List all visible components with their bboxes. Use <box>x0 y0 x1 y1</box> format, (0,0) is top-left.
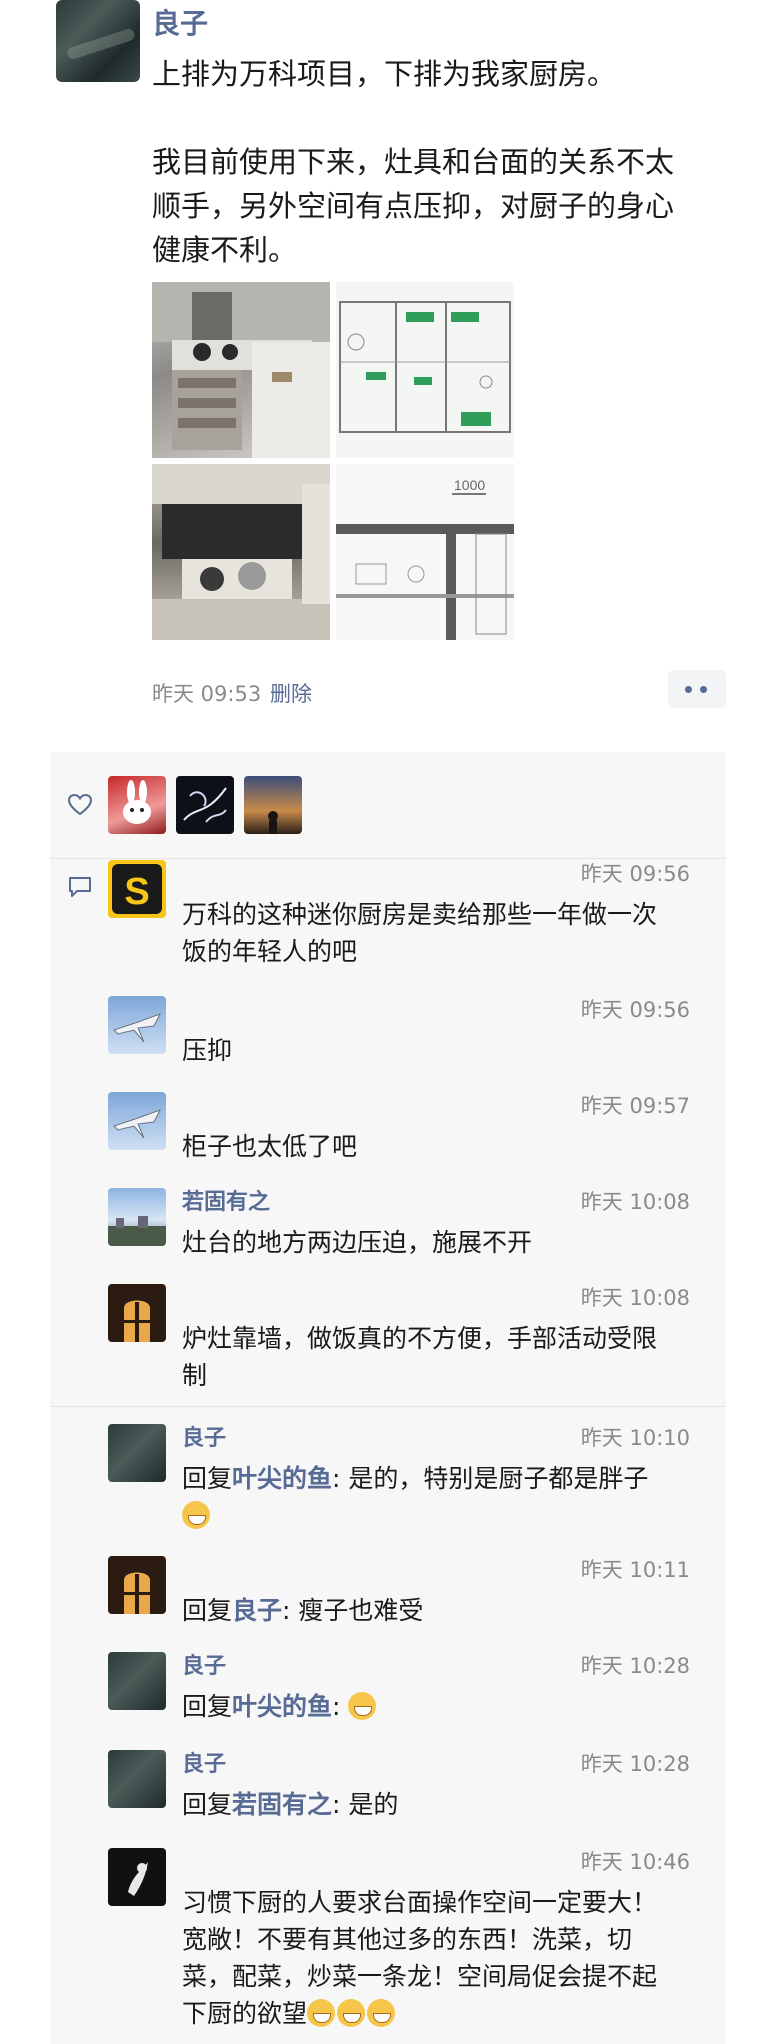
comment-avatar[interactable]: S <box>108 860 166 918</box>
comment-item[interactable]: 良子 昨天 10:10 回复叶尖的鱼: 是的，特别是厨子都是胖子 <box>50 1424 726 1540</box>
comment-text: 习惯下厨的人要求台面操作空间一定要大！ 宽敞！不要有其他过多的东西！洗菜，切 菜… <box>182 1884 692 2032</box>
reply-to-name[interactable]: 叶尖的鱼 <box>232 1464 332 1493</box>
comment-item[interactable]: 昨天 09:57 柜子也太低了吧 <box>50 1092 726 1182</box>
dot-icon <box>700 686 707 693</box>
comment-text: 万科的这种迷你厨房是卖给那些一年做一次 饭的年轻人的吧 <box>182 896 692 970</box>
comment-text: 回复良子: 瘦子也难受 <box>182 1592 692 1629</box>
comment-text-line: 炉灶靠墙，做饭真的不方便，手部活动受限 <box>182 1324 658 1353</box>
comment-time: 昨天 09:56 <box>580 998 690 1022</box>
comment-avatar[interactable] <box>108 1284 166 1342</box>
comment-time: 昨天 10:11 <box>580 1558 690 1582</box>
reply-text: : 是的，特别是厨子都是胖子 <box>332 1464 649 1493</box>
comment-text-line: 菜，配菜，炒菜一条龙！空间局促会提不起 <box>182 1962 658 1991</box>
svg-text:S: S <box>124 871 149 913</box>
comment-time: 昨天 09:57 <box>580 1094 690 1118</box>
comment-avatar[interactable] <box>108 1652 166 1710</box>
comment-time: 昨天 10:08 <box>580 1286 690 1310</box>
post-text-line: 顺手，另外空间有点压抑，对厨子的身心 <box>152 189 675 223</box>
comment-item[interactable]: 昨天 10:46 习惯下厨的人要求台面操作空间一定要大！ 宽敞！不要有其他过多的… <box>50 1848 726 2038</box>
comment-text-line: 宽敞！不要有其他过多的东西！洗菜，切 <box>182 1925 633 1954</box>
comment-item[interactable]: S 昨天 09:56 万科的这种迷你厨房是卖给那些一年做一次 饭的年轻人的吧 <box>50 860 726 990</box>
reply-prefix: 回复 <box>182 1596 233 1625</box>
sunset-avatar[interactable] <box>244 776 302 834</box>
reply-to-name[interactable]: 叶尖的鱼 <box>232 1692 332 1721</box>
kitchen-photo-2[interactable] <box>152 464 330 640</box>
comment-text-line: 习惯下厨的人要求台面操作空间一定要大！ <box>182 1888 658 1917</box>
dot-icon <box>685 686 692 693</box>
reply-text: : 瘦子也难受 <box>282 1596 424 1625</box>
comment-text: 回复若固有之: 是的 <box>182 1786 692 1823</box>
grin-emoji-icon <box>337 1999 366 2027</box>
comment-author[interactable]: 良子 <box>182 1746 226 1778</box>
comment-time: 昨天 09:56 <box>580 862 690 886</box>
heart-icon <box>68 794 92 816</box>
post-time: 昨天 09:53 <box>152 682 262 706</box>
comment-text-line: 饭的年轻人的吧 <box>182 937 358 966</box>
comment-text: 灶台的地方两边压迫，施展不开 <box>182 1224 692 1261</box>
comment-text-line: 柜子也太低了吧 <box>182 1132 358 1161</box>
comment-text-line: 灶台的地方两边压迫，施展不开 <box>182 1228 533 1257</box>
comment-time: 昨天 10:10 <box>580 1426 690 1450</box>
post-text-line: 健康不利。 <box>152 233 298 267</box>
post-image-grid: 1000 <box>152 282 514 640</box>
svg-text:1000: 1000 <box>454 477 485 493</box>
comment-avatar[interactable] <box>108 1750 166 1808</box>
post-text-line: 上排为万科项目，下排为我家厨房。 <box>152 57 617 91</box>
comment-avatar[interactable] <box>108 1092 166 1150</box>
rabbit-avatar[interactable] <box>108 776 166 834</box>
comment-text-line: 万科的这种迷你厨房是卖给那些一年做一次 <box>182 900 658 929</box>
comment-item[interactable]: 昨天 10:08 炉灶靠墙，做饭真的不方便，手部活动受限 制 <box>50 1284 726 1408</box>
comment-item[interactable]: 昨天 10:11 回复良子: 瘦子也难受 <box>50 1556 726 1646</box>
more-options-button[interactable] <box>668 670 726 708</box>
comment-text: 回复叶尖的鱼: 是的，特别是厨子都是胖子 <box>182 1460 692 1534</box>
comment-text: 回复叶尖的鱼: <box>182 1688 692 1725</box>
comment-item[interactable]: 若固有之 昨天 10:08 灶台的地方两边压迫，施展不开 <box>50 1188 726 1278</box>
comment-time: 昨天 10:08 <box>580 1190 690 1214</box>
post-author-name[interactable]: 良子 <box>152 2 208 42</box>
post-text-line: 我目前使用下来，灶具和台面的关系不太 <box>152 145 675 179</box>
interaction-panel: S 昨天 09:56 万科的这种迷你厨房是卖给那些一年做一次 饭的年轻人的吧 昨… <box>50 752 726 2044</box>
reply-prefix: 回复 <box>182 1692 233 1721</box>
grin-emoji-icon <box>182 1501 210 1529</box>
floor-plan-2[interactable]: 1000 <box>336 464 514 640</box>
comment-avatar[interactable] <box>108 1556 166 1614</box>
comment-time: 昨天 10:28 <box>580 1752 690 1776</box>
comment-text: 压抑 <box>182 1032 692 1069</box>
comment-text: 柜子也太低了吧 <box>182 1128 692 1165</box>
comment-text-line: 下厨的欲望 <box>182 1995 692 2032</box>
comment-item[interactable]: 良子 昨天 10:28 回复叶尖的鱼: <box>50 1652 726 1742</box>
comment-author[interactable]: 若固有之 <box>182 1184 270 1216</box>
comment-avatar[interactable] <box>108 1848 166 1906</box>
floor-plan-1[interactable] <box>336 282 514 458</box>
comment-avatar[interactable] <box>108 1424 166 1482</box>
dark-art-avatar[interactable] <box>176 776 234 834</box>
comment-avatar[interactable] <box>108 1188 166 1246</box>
laugh-emoji-icon <box>348 1692 377 1720</box>
reply-prefix: 回复 <box>182 1790 233 1819</box>
grin-emoji-icon <box>307 1999 336 2027</box>
likes-row <box>50 752 726 858</box>
comment-author[interactable]: 良子 <box>182 1420 226 1452</box>
reply-to-name[interactable]: 良子 <box>232 1596 282 1625</box>
comment-time: 昨天 10:46 <box>580 1850 690 1874</box>
divider <box>50 1406 726 1407</box>
comment-text: 炉灶靠墙，做饭真的不方便，手部活动受限 制 <box>182 1320 692 1394</box>
reply-prefix: 回复 <box>182 1464 233 1493</box>
comment-item[interactable]: 昨天 09:56 压抑 <box>50 996 726 1086</box>
comment-time: 昨天 10:28 <box>580 1654 690 1678</box>
comment-text-line: 压抑 <box>182 1036 233 1065</box>
post-text: 上排为万科项目，下排为我家厨房。 我目前使用下来，灶具和台面的关系不太 顺手，另… <box>152 52 732 272</box>
reply-text: : 是的 <box>332 1790 399 1819</box>
comment-avatar[interactable] <box>108 996 166 1054</box>
reply-text: : <box>332 1692 349 1721</box>
post-author-avatar[interactable] <box>56 0 140 82</box>
kitchen-photo-1[interactable] <box>152 282 330 458</box>
comment-text-line: 制 <box>182 1361 208 1390</box>
reply-to-name[interactable]: 若固有之 <box>232 1790 332 1819</box>
comment-author[interactable]: 良子 <box>182 1648 226 1680</box>
grin-emoji-icon <box>367 1999 396 2027</box>
delete-button[interactable]: 删除 <box>270 678 312 708</box>
comment-item[interactable]: 良子 昨天 10:28 回复若固有之: 是的 <box>50 1750 726 1840</box>
